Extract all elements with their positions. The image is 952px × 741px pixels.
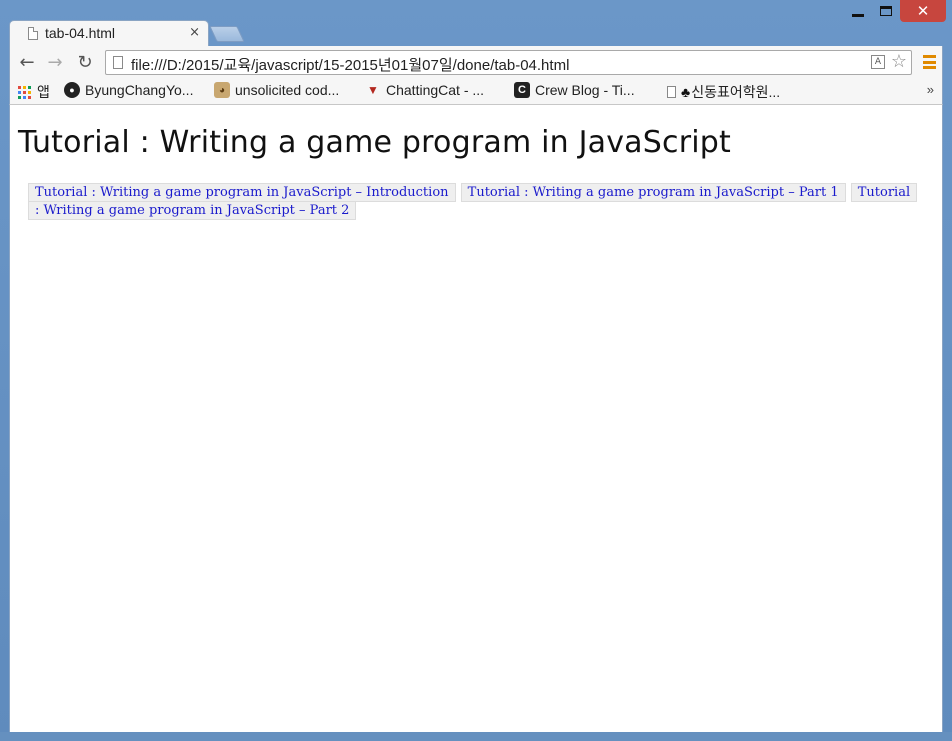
new-tab-button[interactable] bbox=[209, 26, 245, 42]
tab-close-icon[interactable]: × bbox=[189, 25, 200, 40]
tutorial-tab-list: Tutorial : Writing a game program in Jav… bbox=[28, 183, 918, 220]
page-icon bbox=[667, 86, 676, 98]
tab-part-1[interactable]: Tutorial : Writing a game program in Jav… bbox=[460, 183, 846, 202]
bookmarks-bar: 앱 ● ByungChangYo... ◕ unsolicited cod...… bbox=[9, 78, 943, 105]
address-bar[interactable]: file:///D:/2015/교육/javascript/15-2015년01… bbox=[105, 50, 912, 75]
bookmark-label: unsolicited cod... bbox=[235, 82, 340, 98]
reload-icon[interactable]: ↻ bbox=[74, 51, 96, 73]
close-window-button[interactable]: ✕ bbox=[900, 0, 946, 22]
maximize-button[interactable] bbox=[872, 0, 900, 22]
bookmarks-overflow-icon[interactable]: » bbox=[927, 82, 934, 97]
tab-introduction[interactable]: Tutorial : Writing a game program in Jav… bbox=[28, 183, 456, 202]
github-icon: ● bbox=[64, 82, 80, 98]
forward-arrow-icon[interactable]: → bbox=[44, 51, 66, 73]
chrome-menu-icon[interactable] bbox=[923, 55, 936, 69]
club-icon: ♣ bbox=[681, 84, 691, 100]
bookmark-github[interactable]: ● ByungChangYo... bbox=[64, 82, 193, 98]
window-controls: ✕ bbox=[844, 0, 946, 26]
bookmark-unsolicited[interactable]: ◕ unsolicited cod... bbox=[214, 82, 339, 98]
translate-icon[interactable]: A bbox=[871, 55, 885, 69]
url-text[interactable]: file:///D:/2015/교육/javascript/15-2015년01… bbox=[131, 54, 569, 75]
bookmark-apps[interactable]: 앱 bbox=[18, 82, 50, 102]
page-info-icon[interactable] bbox=[113, 56, 123, 69]
cat-icon: ▼ bbox=[367, 83, 379, 97]
minimize-button[interactable] bbox=[844, 0, 872, 22]
title-bar: tab-04.html × ✕ bbox=[0, 0, 952, 46]
bookmark-label: 앱 bbox=[37, 84, 50, 100]
bookmark-crew-blog[interactable]: C Crew Blog - Ti... bbox=[514, 82, 635, 98]
page-title: Tutorial : Writing a game program in Jav… bbox=[18, 125, 731, 160]
page-viewport: Tutorial : Writing a game program in Jav… bbox=[9, 105, 943, 732]
browser-window: tab-04.html × ✕ ← → ↻ file:///D:/2015/교육… bbox=[0, 0, 952, 741]
bookmark-label: 신동표어학원... bbox=[691, 84, 781, 100]
document-icon bbox=[28, 27, 38, 40]
bookmark-label: ByungChangYo... bbox=[85, 82, 194, 98]
bookmark-label: Crew Blog - Ti... bbox=[535, 82, 635, 98]
bookmark-label: ChattingCat - ... bbox=[386, 82, 485, 98]
dog-icon: ◕ bbox=[214, 82, 230, 98]
back-arrow-icon[interactable]: ← bbox=[16, 51, 38, 73]
bookmark-shindongpyo[interactable]: ♣ 신동표어학원... bbox=[667, 82, 780, 102]
tab-title: tab-04.html bbox=[45, 25, 116, 41]
browser-toolbar: ← → ↻ file:///D:/2015/교육/javascript/15-2… bbox=[9, 46, 943, 78]
bookmark-chattingcat[interactable]: ▼ ChattingCat - ... bbox=[365, 82, 484, 98]
bookmark-star-icon[interactable]: ☆ bbox=[891, 51, 907, 72]
crew-icon: C bbox=[514, 82, 530, 98]
apps-grid-icon bbox=[18, 85, 31, 99]
window-bottom-border bbox=[0, 732, 952, 741]
browser-tab[interactable]: tab-04.html × bbox=[9, 20, 209, 46]
